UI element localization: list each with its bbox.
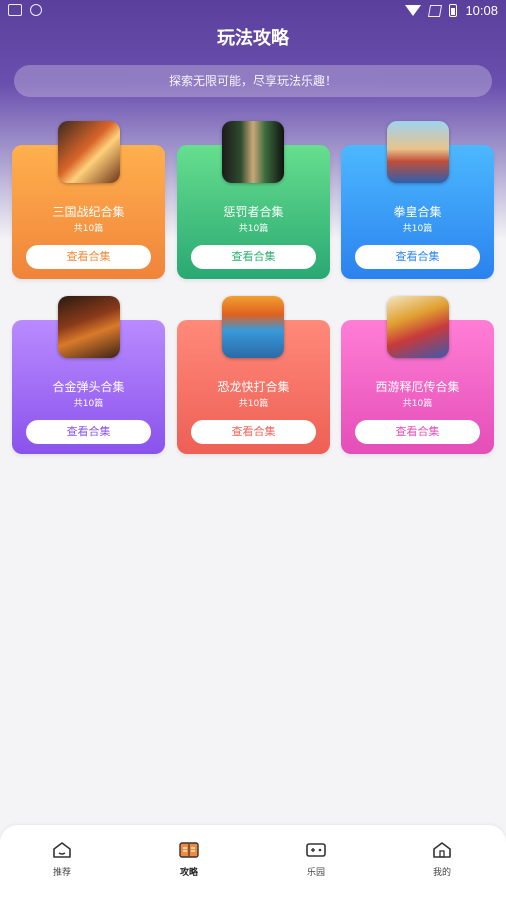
tab-label: 我的 <box>432 868 451 878</box>
card-title: 拳皇合集 <box>393 205 442 219</box>
card-count: 共10篇 <box>238 224 269 234</box>
sanguo-zhanji-icon[interactable] <box>58 121 120 183</box>
view-collection-button[interactable]: 查看合集 <box>26 420 151 444</box>
card-count: 共10篇 <box>73 224 104 234</box>
cadillacs-dinosaurs-icon[interactable] <box>222 296 284 358</box>
profile-home-icon <box>433 842 451 858</box>
status-bar: 10:08 <box>0 0 506 22</box>
search-bar[interactable]: 探索无限可能，尽享玩法乐趣！ <box>14 65 492 97</box>
view-collection-button[interactable]: 查看合集 <box>191 245 316 269</box>
card-title: 恐龙快打合集 <box>217 380 290 394</box>
tab-mine[interactable]: 我的 <box>412 841 472 878</box>
view-collection-button[interactable]: 查看合集 <box>26 245 151 269</box>
tab-label: 攻略 <box>179 868 198 878</box>
journey-west-icon[interactable] <box>387 296 449 358</box>
status-time: 10:08 <box>465 3 498 18</box>
tab-label: 乐园 <box>306 868 325 878</box>
shield-icon <box>30 4 42 16</box>
card-count: 共10篇 <box>402 224 433 234</box>
view-collection-button[interactable]: 查看合集 <box>355 420 480 444</box>
bottom-tab-bar: 推荐 攻略 乐园 我的 <box>0 825 506 899</box>
home-icon <box>53 842 71 858</box>
no-signal-icon <box>428 4 443 17</box>
tab-guide[interactable]: 攻略 <box>159 841 219 878</box>
view-collection-button[interactable]: 查看合集 <box>355 245 480 269</box>
card-count: 共10篇 <box>402 399 433 409</box>
book-icon <box>179 842 199 858</box>
card-count: 共10篇 <box>238 399 269 409</box>
tab-recommend[interactable]: 推荐 <box>32 841 92 878</box>
card-title: 三国战纪合集 <box>52 205 125 219</box>
kof-icon[interactable] <box>387 121 449 183</box>
keyboard-icon <box>8 4 22 16</box>
card-title: 西游释厄传合集 <box>375 380 460 394</box>
metal-slug-icon[interactable] <box>58 296 120 358</box>
wifi-icon <box>405 5 422 16</box>
tab-paradise[interactable]: 乐园 <box>286 841 346 878</box>
punisher-icon[interactable] <box>222 121 284 183</box>
card-title: 惩罚者合集 <box>223 205 284 219</box>
tab-label: 推荐 <box>52 868 71 878</box>
card-title: 合金弹头合集 <box>52 380 125 394</box>
gamepad-icon <box>306 843 326 857</box>
page-title: 玩法攻略 <box>217 28 289 49</box>
view-collection-button[interactable]: 查看合集 <box>191 420 316 444</box>
card-count: 共10篇 <box>73 399 104 409</box>
battery-icon <box>449 4 458 17</box>
